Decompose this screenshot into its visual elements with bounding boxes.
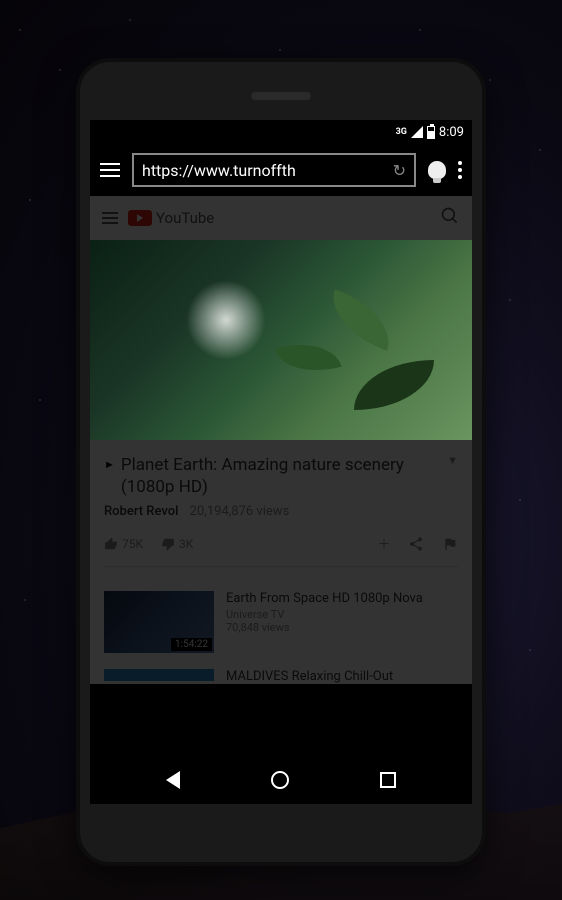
video-frame-decor <box>354 360 434 410</box>
action-row: 75K 3K ＋ <box>104 535 458 552</box>
url-bar[interactable]: https://www.turnoffth ↻ <box>132 153 416 187</box>
like-count: 75K <box>122 537 143 551</box>
related-views: 70,848 views <box>226 621 423 634</box>
phone-screen: 3G 8:09 https://www.turnoffth ↻ YouTube <box>90 120 472 804</box>
network-indicator: 3G <box>396 127 407 137</box>
video-metadata: ► Planet Earth: Amazing nature scenery (… <box>90 440 472 581</box>
dislike-count: 3K <box>179 537 193 551</box>
add-icon[interactable]: ＋ <box>378 535 390 552</box>
youtube-play-icon <box>128 210 152 226</box>
chevron-down-icon[interactable]: ▼ <box>447 454 458 467</box>
url-text: https://www.turnoffth <box>142 161 393 180</box>
battery-icon <box>427 126 435 139</box>
recent-apps-button[interactable] <box>380 772 396 788</box>
search-icon[interactable] <box>440 206 460 230</box>
browser-toolbar: https://www.turnoffth ↻ <box>90 144 472 196</box>
video-title-row[interactable]: ► Planet Earth: Amazing nature scenery (… <box>104 454 458 498</box>
phone-speaker <box>251 92 311 100</box>
refresh-icon[interactable]: ↻ <box>393 161 406 180</box>
menu-icon[interactable] <box>100 163 120 177</box>
android-nav-bar <box>90 756 472 804</box>
divider <box>104 566 458 567</box>
back-button[interactable] <box>166 771 180 789</box>
page-content: YouTube ► Planet Earth: Amazing nature s… <box>90 196 472 756</box>
lightbulb-icon[interactable] <box>428 161 446 179</box>
flag-icon[interactable] <box>442 536 458 552</box>
video-thumbnail: 1:54:22 <box>104 591 214 653</box>
video-title: Planet Earth: Amazing nature scenery (10… <box>121 454 441 498</box>
related-title: MALDIVES Relaxing Chill-Out <box>226 669 393 684</box>
channel-name[interactable]: Robert Revol <box>104 504 178 519</box>
related-channel: Universe TV <box>226 608 423 621</box>
video-frame-decor <box>321 289 400 351</box>
duration-badge: 1:54:22 <box>171 638 212 651</box>
view-count: 20,194,876 views <box>190 504 290 519</box>
like-button[interactable]: 75K <box>104 537 143 551</box>
related-metadata: Earth From Space HD 1080p Nova Universe … <box>226 591 423 653</box>
play-marker-icon: ► <box>104 458 115 471</box>
related-title: Earth From Space HD 1080p Nova <box>226 591 423 608</box>
youtube-menu-icon[interactable] <box>102 212 118 224</box>
share-icon[interactable] <box>408 536 424 552</box>
video-frame-decor <box>275 333 342 382</box>
home-button[interactable] <box>271 771 289 789</box>
signal-icon <box>411 126 423 138</box>
video-player[interactable] <box>90 240 472 440</box>
youtube-logo[interactable]: YouTube <box>128 209 214 227</box>
dislike-button[interactable]: 3K <box>161 537 193 551</box>
phone-frame: 3G 8:09 https://www.turnoffth ↻ YouTube <box>80 62 482 862</box>
channel-row: Robert Revol 20,194,876 views <box>104 504 458 519</box>
clock: 8:09 <box>439 125 464 140</box>
status-bar: 3G 8:09 <box>90 120 472 144</box>
overflow-menu-icon[interactable] <box>458 161 462 179</box>
youtube-header: YouTube <box>90 196 472 240</box>
video-thumbnail <box>104 669 214 681</box>
related-video[interactable]: 1:54:22 Earth From Space HD 1080p Nova U… <box>90 581 472 663</box>
related-video[interactable]: MALDIVES Relaxing Chill-Out <box>90 663 472 684</box>
youtube-brand: YouTube <box>156 209 214 227</box>
